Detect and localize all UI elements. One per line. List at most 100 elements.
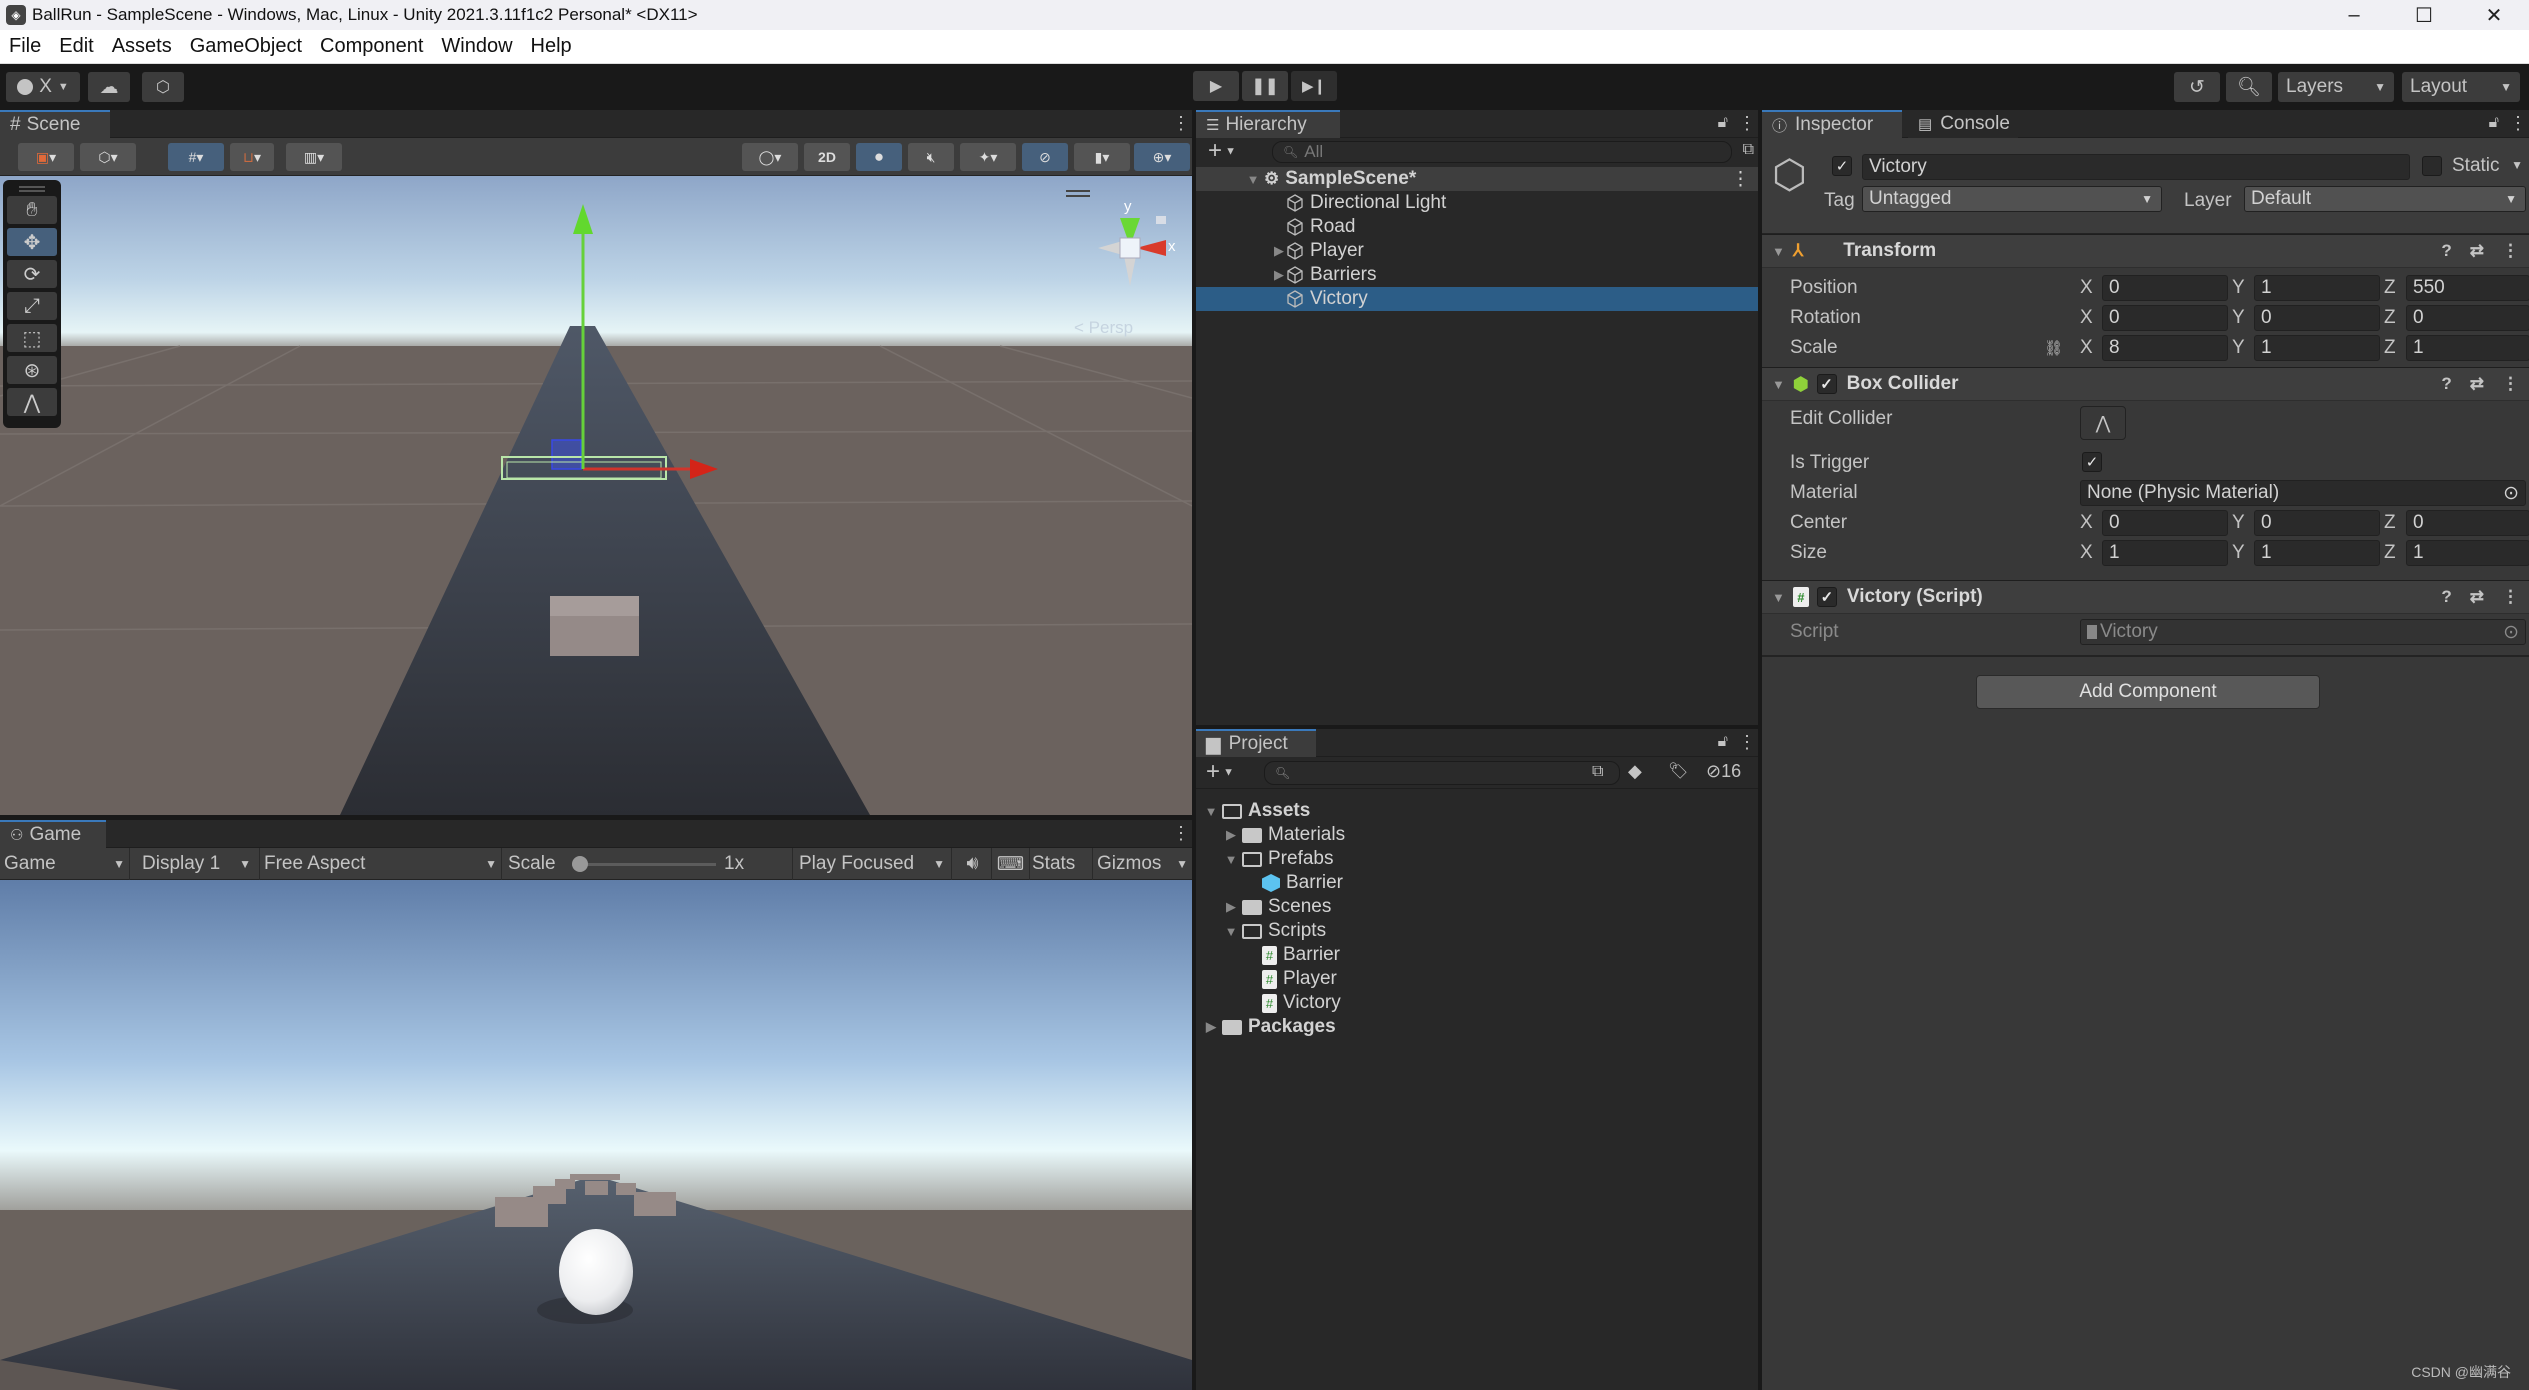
- expand-arrow-icon[interactable]: ▼: [1246, 172, 1260, 187]
- center-cube[interactable]: [1119, 237, 1141, 259]
- hierarchy-item[interactable]: Directional Light: [1196, 191, 1758, 215]
- project-item[interactable]: ▶ Packages: [1196, 1015, 1758, 1039]
- presets-icon[interactable]: ⇄: [2470, 241, 2484, 261]
- toggle-2d-button[interactable]: 2D: [804, 143, 850, 171]
- axis-label-z[interactable]: Z: [2384, 337, 2396, 359]
- project-item[interactable]: # Victory: [1196, 991, 1758, 1015]
- tab-project[interactable]: ▆ Project: [1196, 729, 1316, 757]
- help-icon[interactable]: ?: [2441, 374, 2451, 394]
- pause-button[interactable]: ❚❚: [1242, 71, 1288, 101]
- rotation-y-input[interactable]: 0: [2254, 305, 2380, 331]
- axis-label-x[interactable]: X: [2080, 337, 2093, 359]
- hand-tool[interactable]: ✋︎: [7, 196, 57, 224]
- shortcuts-toggle[interactable]: ⌨︎: [992, 848, 1030, 880]
- more-options-icon[interactable]: ⋮: [1172, 114, 1190, 132]
- axis-label-x[interactable]: X: [2080, 307, 2093, 329]
- scale-slider-thumb[interactable]: [572, 856, 588, 872]
- gizmos-dropdown[interactable]: Gizmos ▼: [1092, 848, 1192, 880]
- tab-game[interactable]: ⚇ Game: [0, 820, 106, 848]
- expand-arrow-icon[interactable]: ▶: [1272, 267, 1286, 283]
- transform-tool[interactable]: ⊛: [7, 356, 57, 384]
- grid-snap-toggle[interactable]: # ▾: [168, 143, 224, 171]
- layers-dropdown[interactable]: Layers ▼: [2278, 72, 2394, 102]
- layout-dropdown[interactable]: Layout ▼: [2402, 72, 2520, 102]
- menu-window[interactable]: Window: [432, 35, 521, 58]
- play-mode-select[interactable]: Play Focused ▼: [792, 848, 952, 880]
- static-checkbox[interactable]: [2422, 156, 2442, 176]
- hierarchy-item[interactable]: ▶ Player: [1196, 239, 1758, 263]
- component-menu-icon[interactable]: ⋮: [2502, 241, 2519, 261]
- gameobject-cube-icon[interactable]: ⬡: [1772, 152, 1807, 198]
- menu-help[interactable]: Help: [522, 35, 581, 58]
- position-z-input[interactable]: 550: [2406, 275, 2529, 301]
- tab-hierarchy[interactable]: ☰ Hierarchy: [1196, 110, 1340, 138]
- neg-y-cone[interactable]: [1124, 256, 1136, 286]
- center-x-input[interactable]: 0: [2102, 510, 2228, 536]
- lock-icon[interactable]: 🔓︎: [1718, 733, 1728, 751]
- camera-dropdown[interactable]: ▮ ▾: [1074, 143, 1130, 171]
- foldout-arrow-icon[interactable]: ▼: [1772, 244, 1785, 259]
- scale-x-input[interactable]: 8: [2102, 335, 2228, 361]
- foldout-arrow-icon[interactable]: ▼: [1772, 590, 1785, 605]
- presets-icon[interactable]: ⇄: [2470, 374, 2484, 394]
- draw-mode-dropdown[interactable]: ▣ ▾: [18, 143, 74, 171]
- hierarchy-item[interactable]: Victory: [1196, 287, 1758, 311]
- undo-history-button[interactable]: ↺: [2174, 72, 2220, 102]
- rotation-x-input[interactable]: 0: [2102, 305, 2228, 331]
- project-item[interactable]: ▼ Scripts: [1196, 919, 1758, 943]
- splitter-left[interactable]: [1192, 110, 1196, 1390]
- add-component-button[interactable]: Add Component: [1976, 675, 2320, 709]
- position-x-input[interactable]: 0: [2102, 275, 2228, 301]
- stats-button[interactable]: Stats: [1032, 853, 1075, 875]
- tag-dropdown[interactable]: Untagged ▼: [1862, 186, 2162, 212]
- scale-tool[interactable]: ⤢: [7, 292, 57, 320]
- tab-console[interactable]: ▤ Console: [1908, 110, 2018, 138]
- axis-label-z[interactable]: Z: [2384, 542, 2396, 564]
- constrain-proportions-icon[interactable]: ⛓: [2044, 339, 2063, 357]
- scale-y-input[interactable]: 1: [2254, 335, 2380, 361]
- splitter-right[interactable]: [1758, 110, 1762, 1390]
- plane-handle[interactable]: [551, 439, 582, 470]
- hierarchy-item[interactable]: ▶ Barriers: [1196, 263, 1758, 287]
- splitter-hierarchy-project[interactable]: [1196, 725, 1758, 729]
- menu-component[interactable]: Component: [311, 35, 432, 58]
- hidden-packages-toggle[interactable]: ⊘16: [1706, 761, 1741, 782]
- box-collider-header[interactable]: ▼ ⬢ ✓ Box Collider ? ⇄ ⋮: [1762, 367, 2529, 401]
- search-scope-icon[interactable]: ⧉: [1592, 763, 1603, 781]
- project-item[interactable]: ▼ Prefabs: [1196, 847, 1758, 871]
- scene-options-icon[interactable]: ⋮: [1731, 168, 1750, 191]
- grid-visibility-dropdown[interactable]: ▥ ▾: [286, 143, 342, 171]
- size-z-input[interactable]: 1: [2406, 540, 2529, 566]
- project-item[interactable]: # Player: [1196, 967, 1758, 991]
- object-name-input[interactable]: Victory: [1862, 154, 2410, 180]
- incremental-snap-toggle[interactable]: ⊔ ▾: [230, 143, 274, 171]
- cloud-button[interactable]: ☁: [88, 72, 130, 102]
- project-item[interactable]: ▼ Assets: [1196, 799, 1758, 823]
- axis-label-y[interactable]: Y: [2232, 307, 2245, 329]
- move-tool[interactable]: ✥: [7, 228, 57, 256]
- account-dropdown[interactable]: X ▼: [6, 72, 80, 102]
- position-y-input[interactable]: 1: [2254, 275, 2380, 301]
- play-button[interactable]: ▶: [1193, 71, 1239, 101]
- drag-handle[interactable]: [19, 186, 45, 192]
- create-button[interactable]: + ▼: [1208, 138, 1236, 165]
- material-object-field[interactable]: None (Physic Material) ⊙: [2080, 480, 2526, 506]
- object-picker-icon[interactable]: ⊙: [2503, 482, 2519, 505]
- axis-label-x[interactable]: X: [2080, 277, 2093, 299]
- more-options-icon[interactable]: ⋮: [2509, 114, 2527, 132]
- create-button[interactable]: + ▼: [1206, 759, 1234, 786]
- tab-scene[interactable]: # Scene: [0, 110, 110, 138]
- help-icon[interactable]: ?: [2441, 241, 2451, 261]
- more-options-icon[interactable]: ⋮: [1738, 114, 1756, 132]
- tab-inspector[interactable]: ⓘ Inspector: [1762, 110, 1902, 138]
- expand-arrow-icon[interactable]: ▶: [1204, 1019, 1218, 1035]
- filter-by-label-icon[interactable]: 🏷︎: [1668, 761, 1688, 781]
- expand-arrow-icon[interactable]: ▼: [1204, 804, 1218, 819]
- lock-icon[interactable]: 🔓︎: [2489, 114, 2499, 132]
- edit-collider-button[interactable]: ⋀: [2080, 406, 2126, 440]
- size-y-input[interactable]: 1: [2254, 540, 2380, 566]
- minimize-button[interactable]: –: [2319, 0, 2389, 30]
- project-search-input[interactable]: 🔍︎: [1264, 761, 1620, 785]
- project-item[interactable]: ▶ Scenes: [1196, 895, 1758, 919]
- expand-arrow-icon[interactable]: ▶: [1224, 827, 1238, 843]
